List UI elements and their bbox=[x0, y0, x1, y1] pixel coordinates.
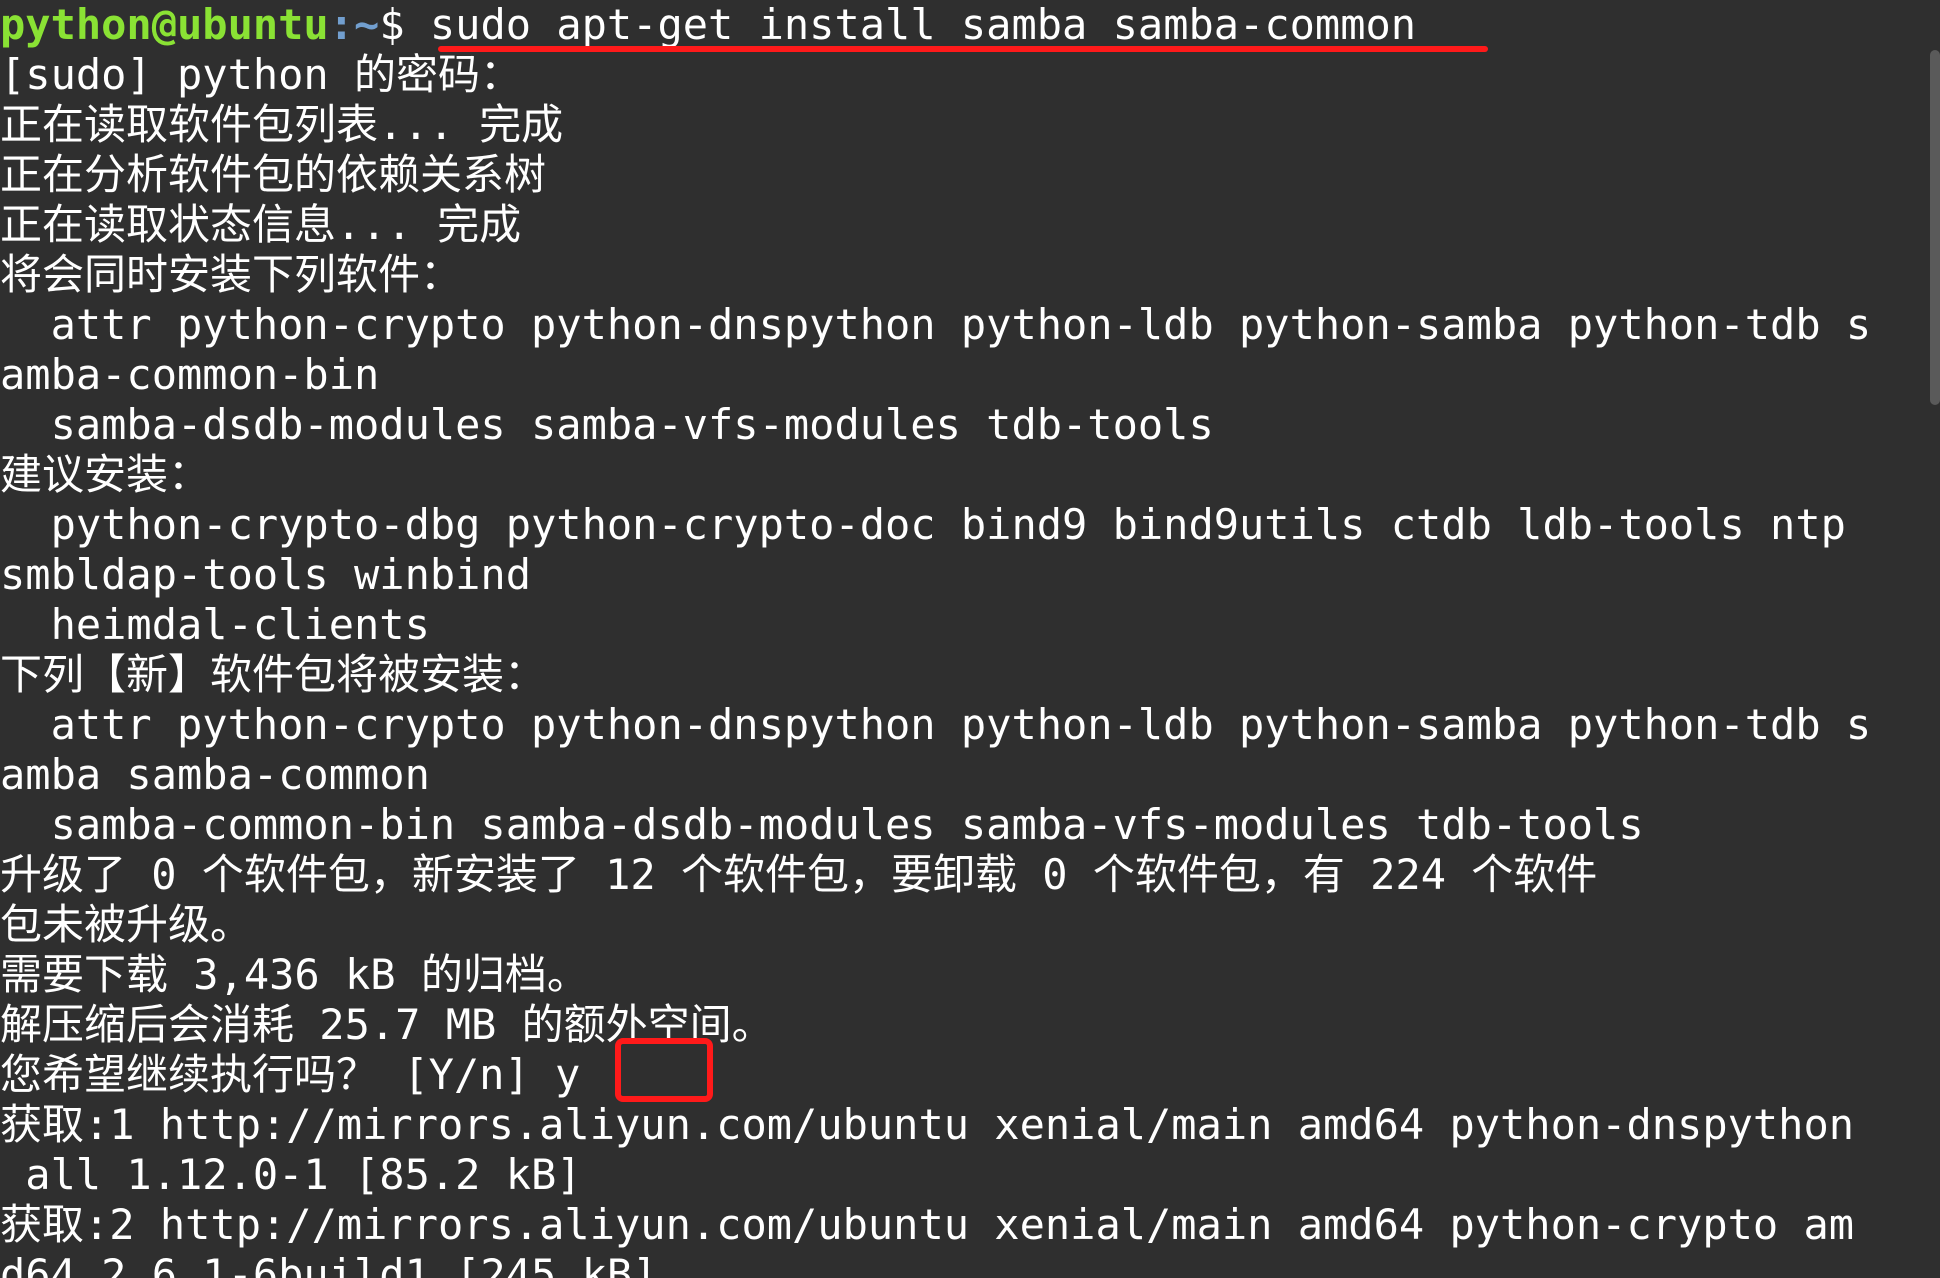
output-line: d64 2.6.1-6build1 [245 kB] bbox=[0, 1250, 658, 1278]
output-line: amba samba-common bbox=[0, 750, 430, 799]
prompt-symbol: $ bbox=[379, 0, 430, 49]
command-line: python@ubuntu:~$ sudo apt-get install sa… bbox=[0, 0, 1940, 50]
output-line: 需要下载 3,436 kB 的归档。 bbox=[0, 950, 589, 999]
output-line: heimdal-clients bbox=[0, 600, 430, 649]
output-line: attr python-crypto python-dnspython pyth… bbox=[0, 700, 1872, 749]
output-line: 建议安装： bbox=[0, 450, 211, 499]
terminal-scrollbar[interactable] bbox=[1930, 50, 1940, 405]
confirm-answer-highlight-box bbox=[615, 1038, 713, 1102]
output-line: all 1.12.0-1 [85.2 kB] bbox=[0, 1150, 582, 1199]
output-line: samba-common-bin samba-dsdb-modules samb… bbox=[0, 800, 1644, 849]
output-line: attr python-crypto python-dnspython pyth… bbox=[0, 300, 1872, 349]
output-line: 正在读取状态信息... 完成 bbox=[0, 200, 522, 249]
output-line: 解压缩后会消耗 25.7 MB 的额外空间。 bbox=[0, 1000, 774, 1049]
prompt-path: :~ bbox=[328, 0, 380, 49]
output-line: python-crypto-dbg python-crypto-doc bind… bbox=[0, 500, 1846, 549]
output-line: 获取:1 http://mirrors.aliyun.com/ubuntu xe… bbox=[0, 1100, 1855, 1149]
output-line: amba-common-bin bbox=[0, 350, 380, 399]
output-line: 正在分析软件包的依赖关系树 bbox=[0, 150, 547, 199]
output-line: 下列【新】软件包将被安装： bbox=[0, 650, 547, 699]
output-line: 升级了 0 个软件包，新安装了 12 个软件包，要卸载 0 个软件包，有 224… bbox=[0, 850, 1598, 899]
terminal-window[interactable]: python@ubuntu:~$ sudo apt-get install sa… bbox=[0, 0, 1940, 1278]
command-highlight-underline bbox=[438, 46, 1488, 52]
confirm-prompt-line: 您希望继续执行吗？ [Y/n] y bbox=[0, 1050, 581, 1099]
output-line: samba-dsdb-modules samba-vfs-modules tdb… bbox=[0, 400, 1214, 449]
output-line: [sudo] python 的密码： bbox=[0, 50, 523, 99]
command-text: sudo apt-get install samba samba-common bbox=[429, 0, 1417, 49]
output-line: 将会同时安装下列软件： bbox=[0, 250, 463, 299]
output-line: 正在读取软件包列表... 完成 bbox=[0, 100, 564, 149]
output-line: 包未被升级。 bbox=[0, 900, 253, 949]
prompt-user-host: python@ubuntu bbox=[0, 0, 329, 49]
output-line: smbldap-tools winbind bbox=[0, 550, 532, 599]
output-line: 获取:2 http://mirrors.aliyun.com/ubuntu xe… bbox=[0, 1200, 1855, 1249]
